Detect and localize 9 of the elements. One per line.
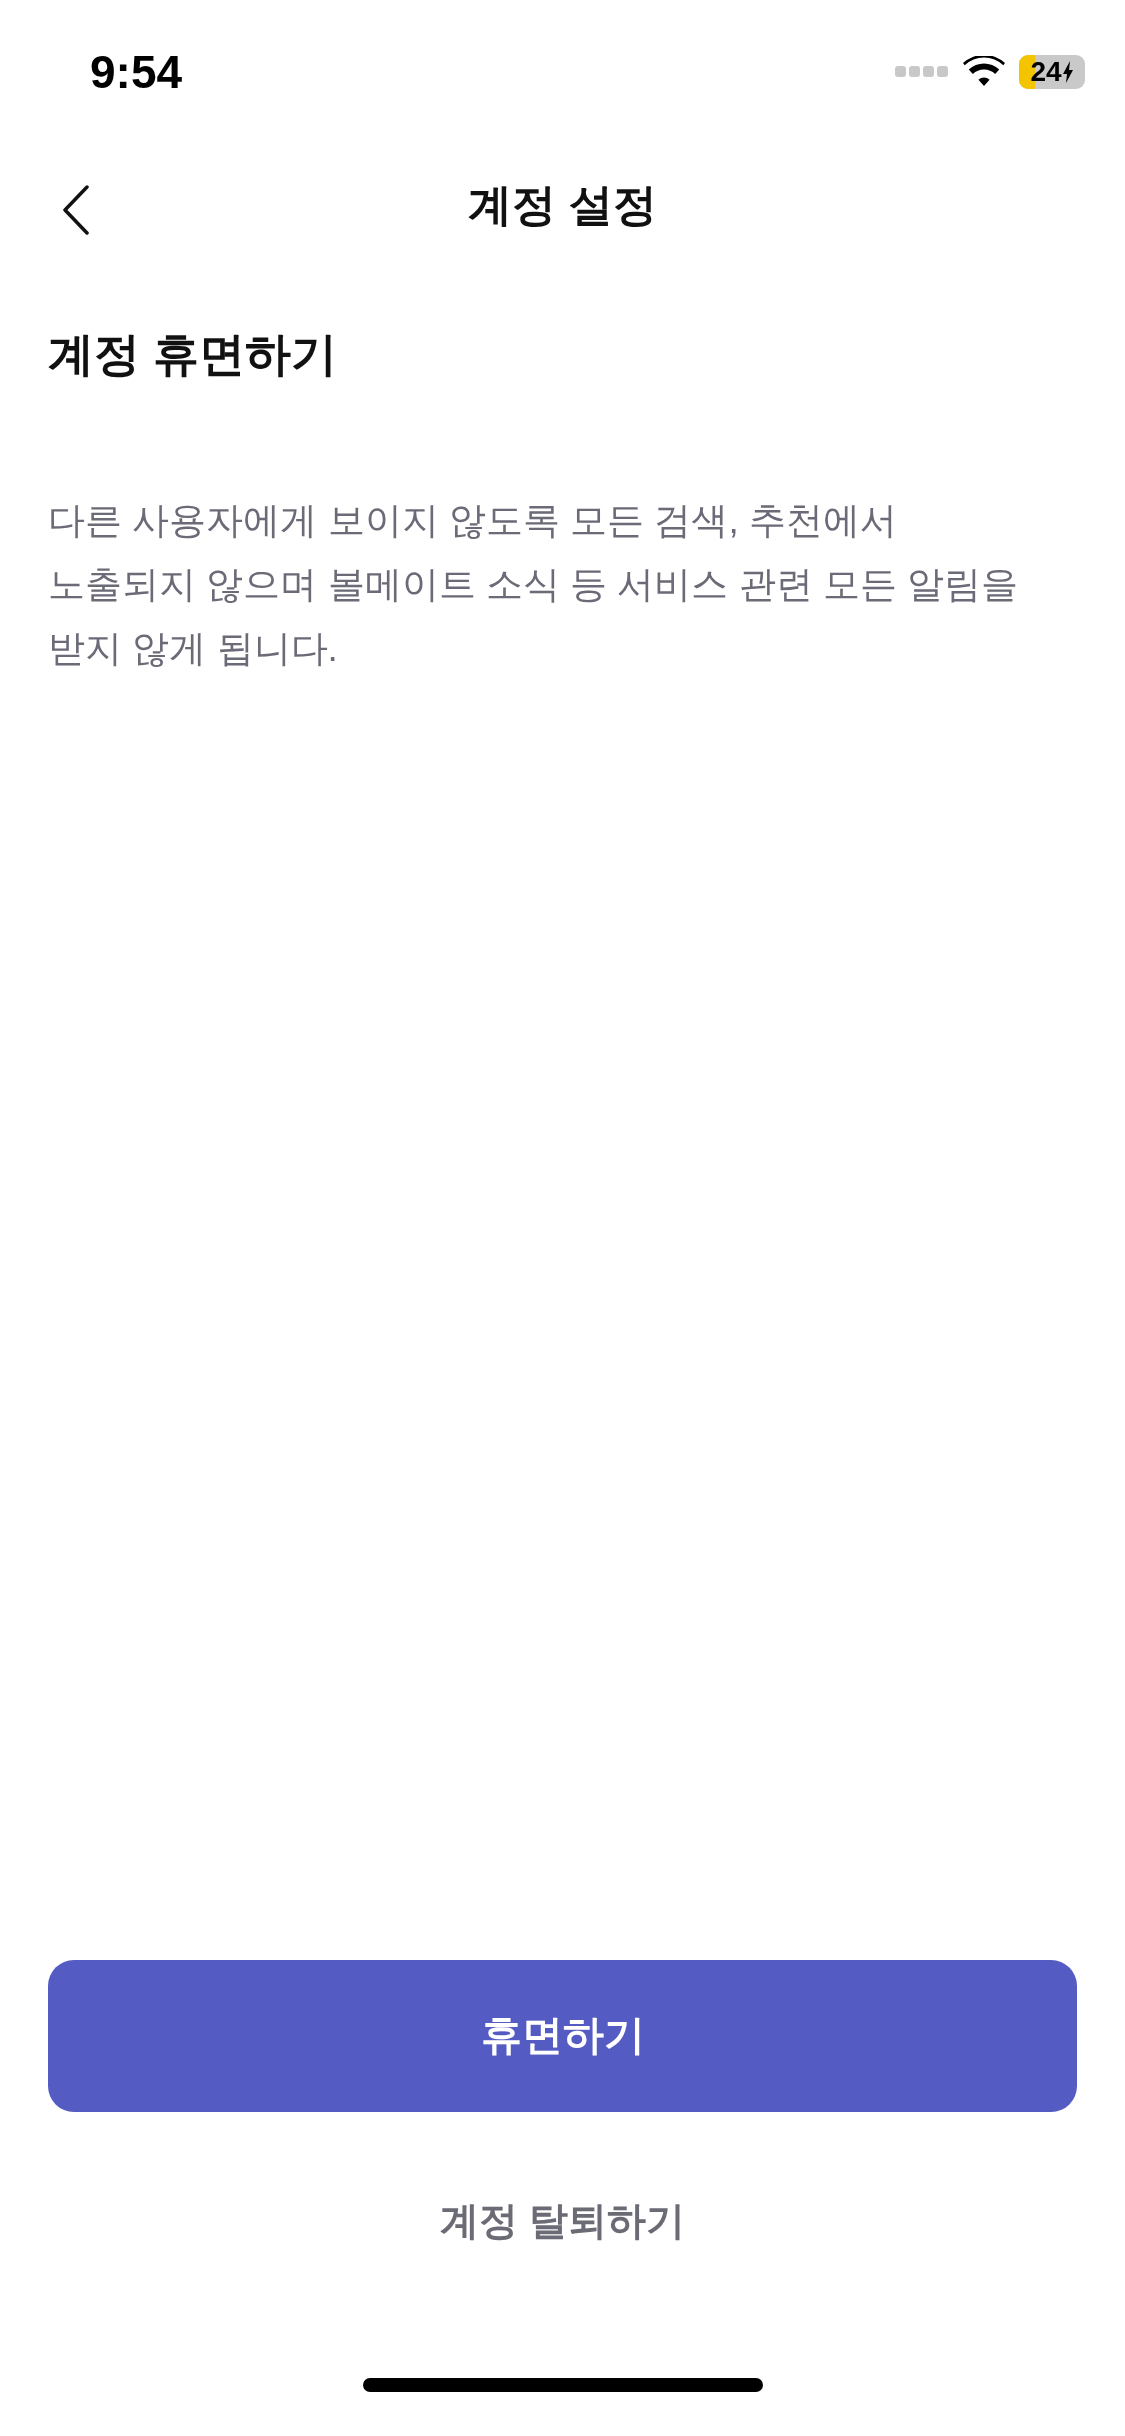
section-title: 계정 휴면하기: [48, 327, 338, 382]
section-description: 다른 사용자에게 보이지 않도록 모든 검색, 추천에서 노출되지 않으며 볼메이트 소식 등 서비스 관련 모든 알림을 받지 않게 됩니다.: [48, 499, 1020, 671]
delete-account-link[interactable]: 계정 탈퇴하기: [420, 2181, 705, 2260]
status-time: 9:54: [90, 44, 183, 100]
dormant-button[interactable]: 휴면하기: [48, 1959, 1077, 2112]
screen-title: 계정 설정: [468, 179, 657, 231]
signal-icon: [895, 66, 949, 78]
back-icon[interactable]: [62, 185, 90, 235]
wifi-icon: [963, 56, 1005, 88]
